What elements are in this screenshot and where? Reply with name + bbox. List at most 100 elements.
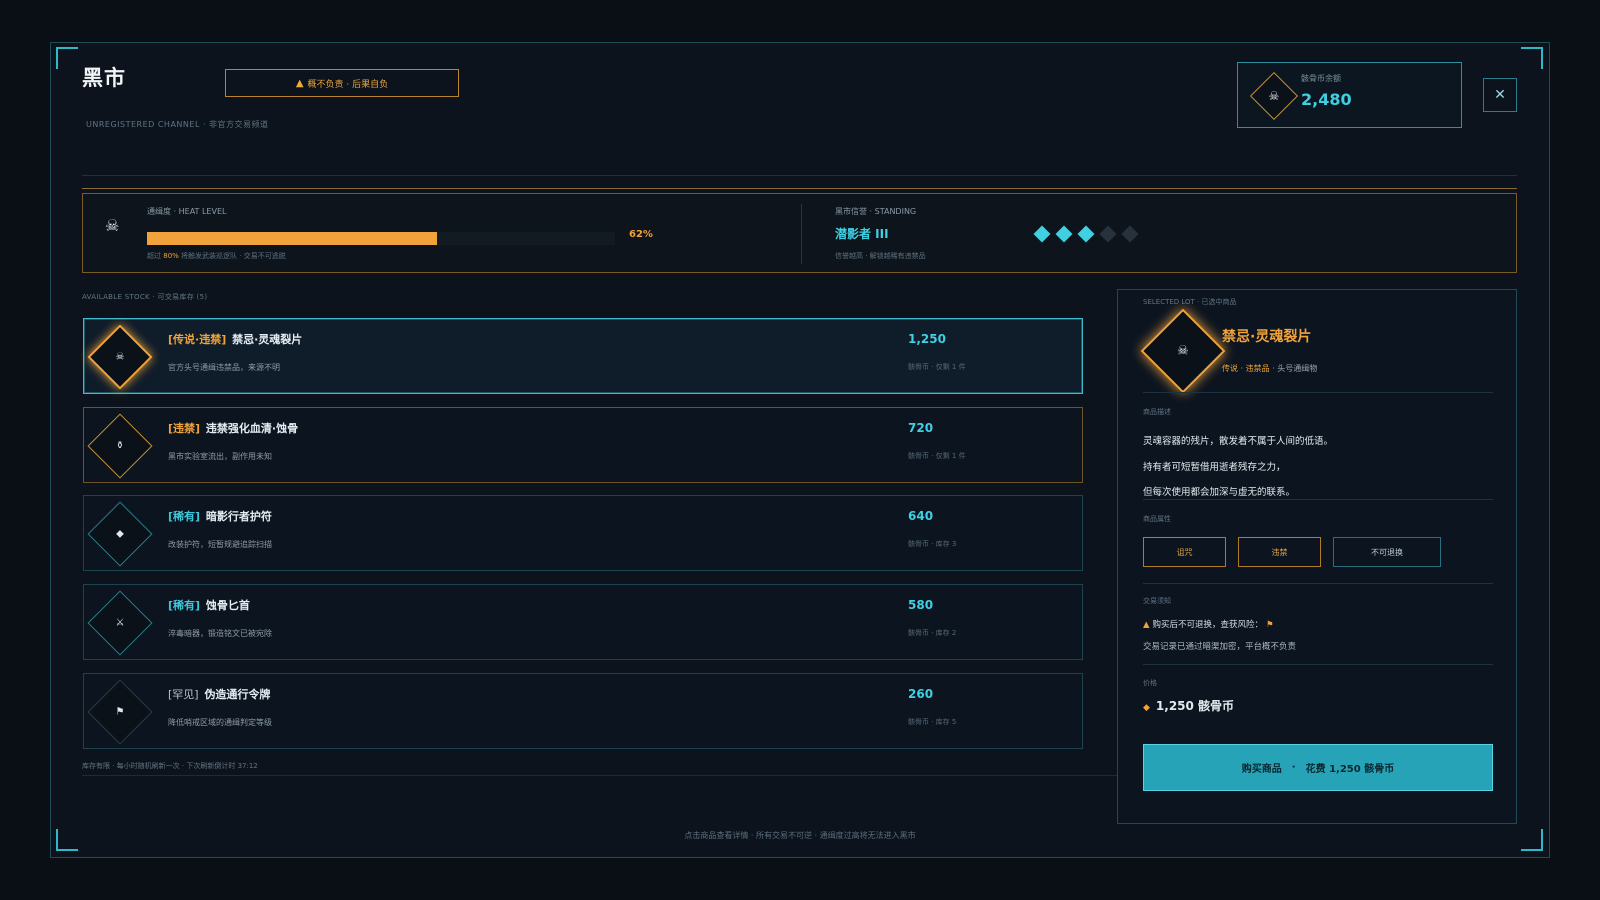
- notice-line: ▲ 购买后不可退换，查获风险： ⚑: [1143, 618, 1274, 630]
- divider: [1143, 499, 1493, 500]
- item-rarity-tag: [稀有]: [168, 599, 201, 612]
- attr-badge: 不可退换: [1333, 537, 1441, 567]
- corner-decoration: [1521, 47, 1543, 69]
- item-desc: 改装护符，短暂规避追踪扫描: [168, 540, 272, 549]
- divider: [1143, 392, 1493, 393]
- detail-panel: SELECTED LOT · 已选中商品 ☠ 禁忌·灵魂裂片 传说 · 违禁品 …: [1117, 289, 1517, 824]
- item-rarity-tag: [罕见]: [168, 688, 199, 701]
- heat-bar: [147, 232, 615, 245]
- heat-note-threshold: 80%: [163, 252, 179, 260]
- item-stock-meta: 骸骨币 · 仅剩 1 件: [908, 452, 966, 460]
- coin-icon: ◆: [1143, 703, 1150, 713]
- serum-icon: ⚱: [115, 440, 125, 452]
- item-price: 640: [908, 509, 934, 523]
- price-value: ◆ 1,250 骸骨币: [1143, 697, 1234, 714]
- heat-flag-icon: ⚑: [1266, 620, 1274, 630]
- standing-pip: [1121, 225, 1139, 243]
- item-title: 违禁强化血清·蚀骨: [205, 422, 299, 435]
- standing-pip: [1077, 225, 1095, 243]
- item-name: [违禁] 违禁强化血清·蚀骨: [168, 420, 298, 436]
- item-rarity-tag: [传说·违禁]: [168, 333, 227, 346]
- desc-line: 但每次使用都会加深与虚无的联系。: [1143, 487, 1296, 498]
- standing-pips: [1033, 225, 1139, 243]
- skull-icon: ☠: [115, 351, 125, 363]
- heat-label: 通缉度 · HEAT LEVEL: [147, 207, 227, 216]
- standing-pip: [1055, 225, 1073, 243]
- item-stock-meta: 骸骨币 · 库存 5: [908, 718, 957, 726]
- heat-note-prefix: 超过: [147, 252, 161, 260]
- stock-item[interactable]: ☠ [传说·违禁] 禁忌·灵魂裂片 官方头号通缉违禁品，来源不明 1,250 骸骨币 ·…: [83, 318, 1083, 394]
- item-desc: 降低哨戒区域的通缉判定等级: [168, 718, 272, 727]
- warning-icon: ▲: [1143, 620, 1150, 630]
- item-title: 蚀骨匕首: [205, 599, 250, 612]
- item-price: 720: [908, 421, 934, 435]
- desc-label: 商品描述: [1143, 408, 1171, 416]
- stock-label: AVAILABLE STOCK · 可交易库存 (5): [82, 293, 208, 301]
- notice-line: 交易记录已通过暗渠加密，平台概不负责: [1143, 642, 1297, 652]
- item-name: [传说·违禁] 禁忌·灵魂裂片: [168, 331, 302, 347]
- item-stock-meta: 骸骨币 · 仅剩 1 件: [908, 363, 966, 371]
- item-desc: 黑市实验室流出，副作用未知: [168, 452, 272, 461]
- selected-item-name: 禁忌·灵魂裂片: [1222, 329, 1312, 345]
- buy-label: 购买商品: [1241, 764, 1282, 775]
- skull-icon: ☠: [105, 216, 120, 235]
- item-name: [稀有] 暗影行者护符: [168, 508, 272, 524]
- standing-value: 潜影者 III: [835, 227, 889, 241]
- heat-bar-fill: [147, 232, 438, 245]
- skull-icon: ☠: [1268, 89, 1280, 103]
- attr-badge: 违禁: [1238, 537, 1321, 567]
- footer-hint: 点击商品查看详情 · 所有交易不可逆 · 通缉度过高将无法进入黑市: [684, 831, 916, 840]
- item-title: 暗影行者护符: [205, 510, 272, 523]
- status-panel: ☠ 通缉度 · HEAT LEVEL 62% 超过 80% 将触发武装巡逻队 ·…: [82, 193, 1517, 273]
- attr-label: 商品属性: [1143, 515, 1171, 523]
- desc-line: 灵魂容器的残片，散发着不属于人间的低语。: [1143, 436, 1334, 447]
- divider: [1143, 664, 1493, 665]
- stock-item[interactable]: ◆ [稀有] 暗影行者护符改装护符，短暂规避追踪扫描 640 骸骨币 · 库存 3: [83, 495, 1083, 571]
- stock-item[interactable]: ⚱ [违禁] 违禁强化血清·蚀骨黑市实验室流出，副作用未知 720 骸骨币 · 仅剩 …: [83, 407, 1083, 483]
- price-label: 价格: [1143, 679, 1157, 687]
- page-title: 黑市: [82, 66, 126, 90]
- standing-note: 信誉越高 · 解锁越稀有违禁品: [835, 252, 926, 260]
- item-stock-meta: 骸骨币 · 库存 3: [908, 540, 957, 548]
- item-stock-meta: 骸骨币 · 库存 2: [908, 629, 957, 637]
- balance-value: 2,480: [1301, 90, 1352, 109]
- warning-icon: ▲: [295, 77, 304, 89]
- attr-badge: 诅咒: [1143, 537, 1226, 567]
- standing-pip: [1033, 225, 1051, 243]
- item-price: 1,250: [908, 332, 946, 346]
- buy-separator: ·: [1291, 762, 1296, 773]
- notice-text: 购买后不可退换，查获风险：: [1152, 620, 1264, 630]
- heat-percent: 62%: [629, 229, 653, 240]
- amulet-icon: ◆: [116, 528, 124, 540]
- divider: [82, 188, 1517, 189]
- balance-label: 骸骨币余额: [1301, 74, 1341, 83]
- divider: [1143, 583, 1493, 584]
- divider: [801, 204, 802, 264]
- close-button[interactable]: ✕: [1483, 78, 1517, 112]
- divider: [82, 775, 1117, 776]
- dagger-icon: ⚔: [115, 617, 125, 629]
- price-text: 1,250 骸骨币: [1155, 699, 1235, 713]
- item-name: [罕见] 伪造通行令牌: [168, 686, 270, 702]
- warning-text: 概不负责 · 后果自负: [307, 79, 389, 90]
- item-rarity-tag: [违禁]: [168, 422, 201, 435]
- notice-label: 交易须知: [1143, 597, 1171, 605]
- flag-icon: ⚑: [115, 706, 125, 718]
- desc-line: 持有者可短暂借用逝者残存之力，: [1143, 462, 1286, 473]
- selected-item-tag-rest: · 头号通缉物: [1269, 364, 1318, 373]
- item-rarity-tag: [稀有]: [168, 510, 201, 523]
- heat-note-suffix: 将触发武装巡逻队 · 交易不可逃脱: [181, 252, 286, 260]
- selected-item-tags: 传说 · 违禁品 · 头号通缉物: [1222, 363, 1317, 374]
- stock-item[interactable]: ⚑ [罕见] 伪造通行令牌 降低哨戒区域的通缉判定等级 260 骸骨币 · 库存 5: [83, 673, 1083, 749]
- item-icon-frame: ⚔: [87, 590, 153, 656]
- item-title: 禁忌·灵魂裂片: [232, 333, 303, 346]
- item-icon-frame: ⚱: [87, 413, 153, 479]
- currency-balance: ☠ 骸骨币余额 2,480: [1237, 62, 1462, 128]
- standing-label: 黑市信誉 · STANDING: [835, 207, 917, 216]
- buy-button[interactable]: 购买商品 · 花费 1,250 骸骨币: [1143, 744, 1493, 791]
- divider: [82, 175, 1517, 176]
- selected-label: SELECTED LOT · 已选中商品: [1143, 298, 1237, 306]
- stock-item[interactable]: ⚔ [稀有] 蚀骨匕首 淬毒暗器，锻造铭文已被宛除 580 骸骨币 · 库存 2: [83, 584, 1083, 660]
- item-desc: 淬毒暗器，锻造铭文已被宛除: [168, 629, 272, 638]
- skull-icon-frame: ☠: [1249, 71, 1299, 121]
